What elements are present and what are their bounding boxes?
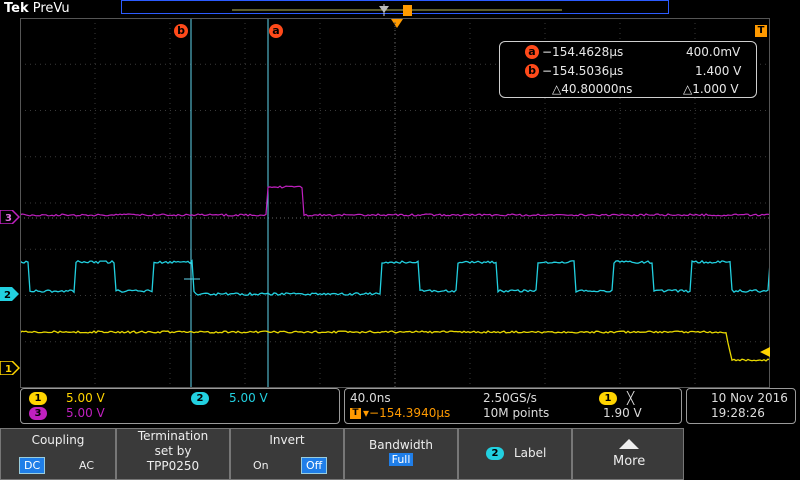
channel-2-marker-label: 2 <box>4 290 11 301</box>
channel-1-ground-marker[interactable]: 1 <box>0 360 20 379</box>
date-label: 10 Nov 2016 <box>711 391 788 405</box>
more-up-arrow-icon <box>619 439 639 449</box>
channel-3-marker-label: 3 <box>5 213 12 224</box>
trigger-slope-icon: ╳ <box>627 391 634 405</box>
termination-line1: Termination <box>117 429 229 444</box>
trigger-t-icon: T <box>755 25 767 37</box>
readout-delta-value: △1.000 V <box>683 82 739 96</box>
invert-on-option[interactable]: On <box>249 458 273 473</box>
readout-b-time: −154.5036µs <box>542 64 623 78</box>
bandwidth-title: Bandwidth <box>345 438 457 452</box>
cursor-readout-panel: a −154.4628µs 400.0mV b −154.5036µs 1.40… <box>499 41 757 98</box>
label-button[interactable]: 2 Label <box>458 428 572 480</box>
invert-button[interactable]: Invert On Off <box>230 428 344 480</box>
ch1-scale[interactable]: 5.00 V <box>66 391 105 405</box>
coupling-dc-option[interactable]: DC <box>19 457 45 474</box>
trigger-position[interactable]: ▾−154.3940µs <box>363 406 450 420</box>
more-button[interactable]: More <box>572 428 684 480</box>
datetime-panel: 10 Nov 2016 19:28:26 <box>686 388 796 424</box>
channel-1-marker-label: 1 <box>5 364 12 375</box>
channel-2-ground-marker[interactable]: 2 <box>0 286 20 305</box>
record-overview[interactable] <box>121 0 669 14</box>
coupling-title: Coupling <box>1 433 115 447</box>
bandwidth-value: Full <box>389 453 414 466</box>
trigger-pos-t-icon: T <box>350 408 361 419</box>
ch2-tag: 2 <box>191 392 209 405</box>
invert-title: Invert <box>231 433 343 447</box>
readout-b-value: 1.400 V <box>695 64 741 78</box>
brand-prevu: PreVu <box>33 1 70 16</box>
coupling-ac-option[interactable]: AC <box>75 458 98 473</box>
invert-off-option[interactable]: Off <box>301 457 327 474</box>
time-label: 19:28:26 <box>711 406 765 420</box>
ch1-tag: 1 <box>29 392 47 405</box>
ch3-tag: 3 <box>29 407 47 420</box>
ch2-scale[interactable]: 5.00 V <box>229 391 268 405</box>
sample-rate: 2.50GS/s <box>483 391 537 405</box>
readout-delta-time: △40.80000ns <box>552 82 632 96</box>
channel-3-ground-marker[interactable]: 3 <box>0 209 20 228</box>
trigger-level[interactable]: 1.90 V <box>603 406 642 420</box>
label-channel-tag: 2 <box>486 447 504 460</box>
horizontal-trigger-panel[interactable]: 40.0ns 2.50GS/s T ▾−154.3940µs 10M point… <box>344 388 682 424</box>
cursor-a-badge[interactable]: a <box>269 24 283 38</box>
ch3-scale[interactable]: 5.00 V <box>66 406 105 420</box>
trigger-source-tag: 1 <box>599 392 617 405</box>
readout-a-badge: a <box>525 45 539 59</box>
overview-trigger-icon <box>403 5 412 16</box>
cursor-b-badge[interactable]: b <box>174 24 188 38</box>
termination-line2: set by <box>117 444 229 459</box>
empty-softkey-area <box>684 428 800 480</box>
brand-label: Tek PreVu <box>4 1 70 16</box>
termination-line3: TPP0250 <box>117 459 229 474</box>
record-length[interactable]: 10M points <box>483 406 549 420</box>
coupling-button[interactable]: Coupling DC AC <box>0 428 116 480</box>
bandwidth-button[interactable]: Bandwidth Full <box>344 428 458 480</box>
label-text: Label <box>514 446 546 460</box>
vertical-settings-panel[interactable]: 1 5.00 V 2 5.00 V 3 5.00 V <box>20 388 340 424</box>
overview-position-icon[interactable] <box>378 0 390 8</box>
readout-a-time: −154.4628µs <box>542 45 623 59</box>
termination-button[interactable]: Termination set by TPP0250 <box>116 428 230 480</box>
brand-tek: Tek <box>4 1 29 16</box>
more-text: More <box>613 454 645 469</box>
readout-a-value: 400.0mV <box>686 45 740 59</box>
readout-b-badge: b <box>525 64 539 78</box>
trigger-level-icon[interactable] <box>760 342 772 361</box>
time-per-div[interactable]: 40.0ns <box>350 391 391 405</box>
